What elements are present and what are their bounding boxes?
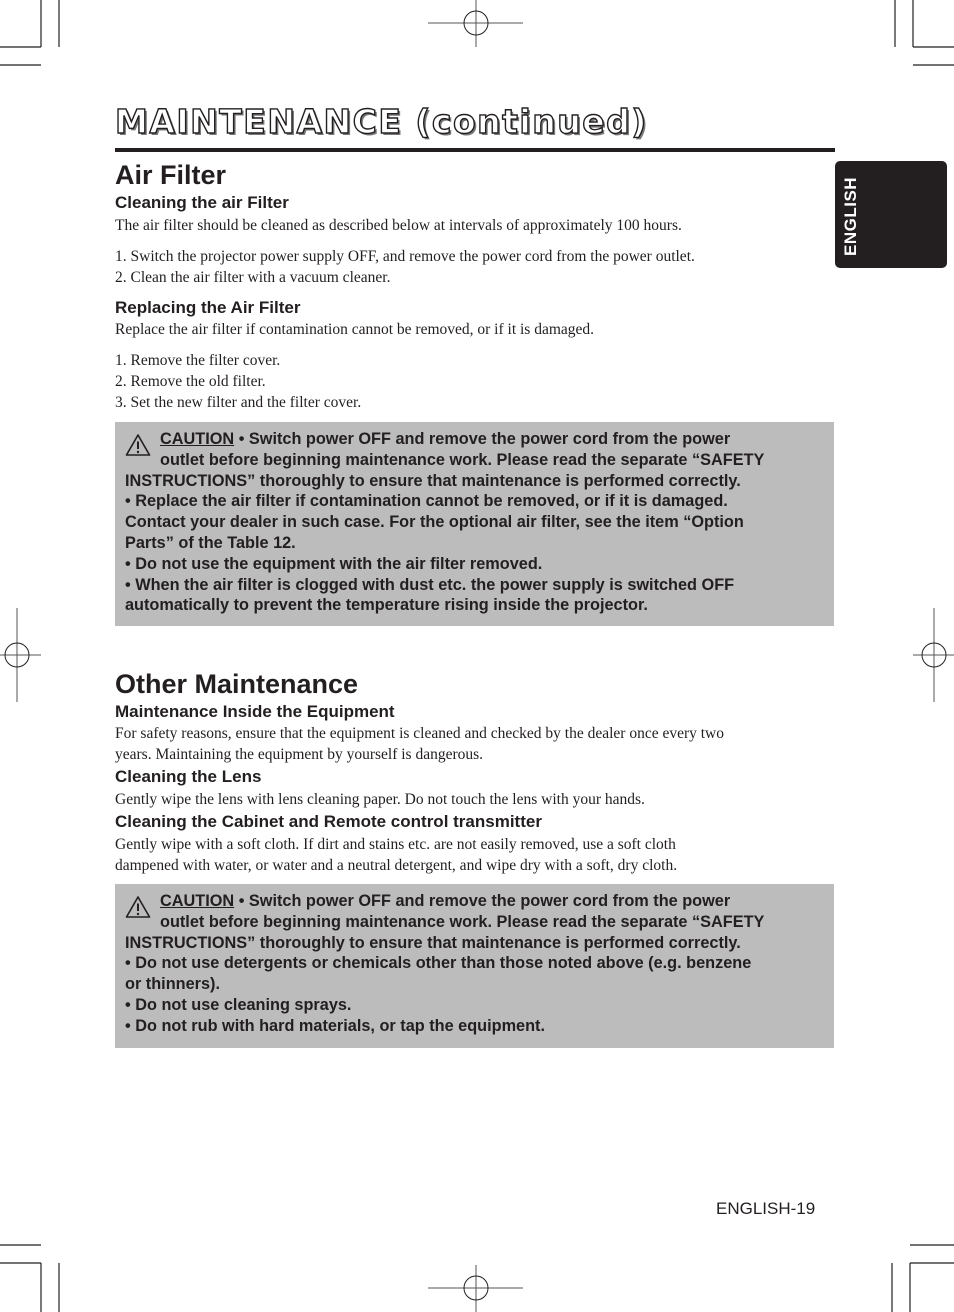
cleaning-cabinet-subheading: Cleaning the Cabinet and Remote control …: [115, 812, 542, 831]
cleaning-air-filter-subheading: Cleaning the air Filter: [115, 193, 289, 212]
replacing-steps-list: 1. Remove the filter cover. 2. Remove th…: [115, 350, 361, 413]
cleaning-air-filter-intro: The air filter should be cleaned as desc…: [115, 217, 682, 234]
air-filter-heading: Air Filter: [115, 160, 227, 190]
language-tab: ENGLISH: [835, 161, 947, 268]
list-item: 1. Switch the projector power supply OFF…: [115, 248, 695, 265]
cleaning-lens-subheading: Cleaning the Lens: [115, 767, 262, 786]
title-rule: [115, 148, 835, 152]
language-tab-label: ENGLISH: [841, 176, 860, 256]
cleaning-steps-list: 1. Switch the projector power supply OFF…: [115, 246, 695, 288]
caution-label: CAUTION: [160, 892, 235, 910]
caution-line: • Switch power OFF and remove the power …: [234, 892, 731, 910]
body-line: Gently wipe the lens with lens cleaning …: [115, 791, 645, 808]
cleaning-lens-text: Gently wipe the lens with lens cleaning …: [115, 789, 645, 810]
replacing-air-filter-subheading: Replacing the Air Filter: [115, 298, 301, 317]
caution-label: CAUTION: [160, 430, 235, 448]
body-line: years. Maintaining the equipment by your…: [115, 746, 484, 763]
maintenance-inside-text: For safety reasons, ensure that the equi…: [115, 723, 724, 765]
caution-line: or thinners).: [125, 975, 220, 994]
list-item: 2. Remove the old filter.: [115, 373, 266, 390]
cleaning-cabinet-text: Gently wipe with a soft cloth. If dirt a…: [115, 834, 677, 876]
list-item: 1. Remove the filter cover.: [115, 352, 281, 369]
maintenance-inside-subheading: Maintenance Inside the Equipment: [115, 702, 395, 721]
warning-triangle-icon: [125, 434, 151, 456]
body-line: dampened with water, or water and a neut…: [115, 857, 678, 874]
caution-line: • Do not use detergents or chemicals oth…: [125, 954, 752, 973]
caution-line: • Switch power OFF and remove the power …: [234, 430, 731, 448]
caution-line: INSTRUCTIONS” thoroughly to ensure that …: [125, 933, 741, 952]
other-maintenance-caution-box: CAUTION • Switch power OFF and remove th…: [115, 884, 834, 1048]
air-filter-caution-box: CAUTION • Switch power OFF and remove th…: [115, 422, 834, 626]
caution-line: • Do not rub with hard materials, or tap…: [125, 1016, 545, 1035]
caution-line: INSTRUCTIONS” thoroughly to ensure that …: [125, 471, 741, 490]
replacing-air-filter-intro: Replace the air filter if contamination …: [115, 321, 595, 338]
caution-line: outlet before beginning maintenance work…: [160, 450, 765, 469]
caution-line: • Do not use cleaning sprays.: [125, 995, 352, 1014]
page-number: ENGLISH-19: [716, 1199, 816, 1218]
body-line: Gently wipe with a soft cloth. If dirt a…: [115, 836, 676, 853]
caution-line: • When the air filter is clogged with du…: [125, 575, 735, 594]
caution-line: Contact your dealer in such case. For th…: [125, 513, 744, 532]
list-item: 2. Clean the air filter with a vacuum cl…: [115, 269, 391, 286]
caution-line: automatically to prevent the temperature…: [125, 596, 648, 615]
caution-line: • Do not use the equipment with the air …: [125, 554, 543, 573]
list-item: 3. Set the new filter and the filter cov…: [115, 394, 362, 411]
caution-line: Parts” of the Table 12.: [125, 533, 296, 552]
caution-line: • Replace the air filter if contaminatio…: [125, 492, 728, 511]
other-maintenance-heading: Other Maintenance: [115, 669, 359, 699]
caution-line: outlet before beginning maintenance work…: [160, 912, 765, 931]
page-title: MAINTENANCE (continued): [114, 101, 648, 141]
warning-triangle-icon: [125, 896, 151, 918]
body-line: For safety reasons, ensure that the equi…: [115, 725, 724, 742]
